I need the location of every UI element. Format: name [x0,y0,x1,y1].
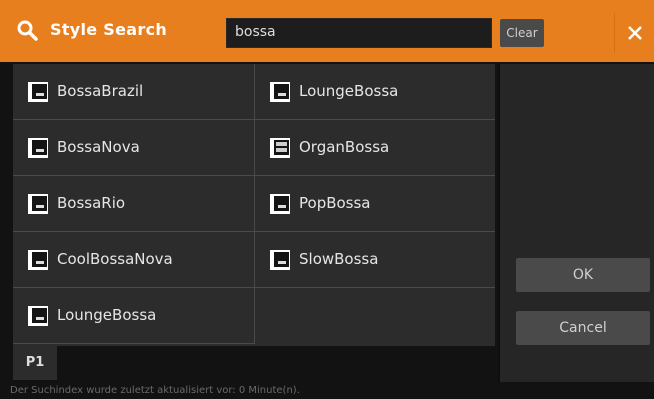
title-bar: Style Search bossa Clear [0,0,654,62]
result-label: BossaRio [57,194,126,212]
clear-button[interactable]: Clear [500,19,544,47]
result-item[interactable]: LoungeBossa [254,64,495,120]
page-tab-p1[interactable]: P1 [13,346,57,380]
result-label: LoungeBossa [299,82,399,100]
result-item[interactable]: PopBossa [254,176,495,232]
result-item[interactable]: LoungeBossa [13,288,254,344]
style-file-icon [28,82,48,102]
close-icon [628,26,642,40]
dialog-title: Style Search [50,20,168,39]
style-file-icon [28,250,48,270]
empty-cell [254,288,495,344]
result-label: BossaBrazil [57,82,144,100]
result-label: PopBossa [299,194,371,212]
search-icon [17,20,38,41]
cancel-button[interactable]: Cancel [516,311,650,345]
close-button[interactable] [614,13,654,53]
style-file-icon [28,138,48,158]
style-file-icon [28,194,48,214]
result-item[interactable]: BossaNova [13,120,254,176]
ok-button[interactable]: OK [516,258,650,292]
result-item[interactable]: SlowBossa [254,232,495,288]
search-input[interactable]: bossa [226,18,492,48]
style-file-icon [270,82,290,102]
result-item[interactable]: BossaRio [13,176,254,232]
result-label: BossaNova [57,138,140,156]
style-file-icon [270,194,290,214]
result-item[interactable]: OrganBossa [254,120,495,176]
style-file-icon [28,306,48,326]
result-label: OrganBossa [299,138,390,156]
result-label: SlowBossa [299,250,379,268]
style-file-icon [270,250,290,270]
status-text: Der Suchindex wurde zuletzt aktualisiert… [10,385,300,396]
style-organ-icon [270,138,290,158]
result-label: CoolBossaNova [57,250,173,268]
result-item[interactable]: BossaBrazil [13,64,254,120]
result-item[interactable]: CoolBossaNova [13,232,254,288]
result-label: LoungeBossa [57,306,157,324]
